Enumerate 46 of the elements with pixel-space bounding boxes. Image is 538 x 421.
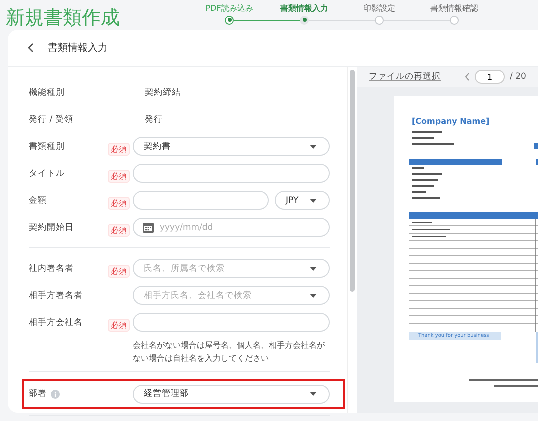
caret-icon (310, 294, 317, 298)
card-title: 書類情報入力 (48, 42, 108, 55)
required-badge: 必須 (108, 319, 130, 332)
select-field[interactable]: 契約書 (133, 137, 330, 156)
page-total: / 20 (510, 72, 526, 82)
caret-icon (310, 144, 317, 148)
back-chevron-icon[interactable] (28, 43, 34, 53)
caret-icon (310, 266, 317, 270)
required-badge: 必須 (108, 197, 130, 210)
date-field[interactable]: yyyy/mm/dd (133, 218, 330, 237)
calendar-icon (143, 222, 154, 233)
required-badge: 必須 (108, 265, 130, 278)
field-label: タイトル (29, 168, 65, 180)
scrollbar-thumb[interactable] (350, 70, 355, 292)
step-label: 印影設定 (364, 3, 396, 15)
step-label: 書類情報入力 (280, 3, 328, 15)
field-label: 相手方署名者 (29, 290, 83, 302)
page-number-field[interactable]: 1 (475, 70, 505, 84)
step-label: PDF読み込み (206, 3, 254, 15)
reselect-file-link[interactable]: ファイルの再選択 (369, 71, 441, 83)
required-badge: 必須 (108, 170, 130, 183)
field-value: 発行 (144, 114, 163, 126)
caret-icon (310, 198, 317, 202)
currency-select[interactable]: JPY (275, 191, 330, 210)
page-title: 新規書類作成 (6, 6, 121, 31)
chevron-left-icon[interactable] (465, 73, 470, 81)
info-icon[interactable] (51, 390, 60, 398)
text-field[interactable] (133, 313, 330, 332)
field-label: 機能種別 (29, 86, 65, 98)
caret-icon (310, 392, 317, 396)
field-label: 相手方会社名 (29, 316, 83, 328)
step-label: 書類情報確認 (430, 3, 478, 15)
field-label: 部署 (29, 388, 47, 400)
field-value: 契約締結 (144, 86, 181, 98)
text-field[interactable] (133, 164, 330, 183)
field-label: 発行 / 受領 (29, 114, 74, 126)
hint-text: 会社名がない場合は屋号名、個人名、相手方会社名がない場合は自社名を入力してください (133, 340, 326, 365)
field-label: 社内署名者 (29, 262, 74, 274)
field-label: 金額 (29, 194, 47, 206)
required-badge: 必須 (108, 143, 130, 156)
amount-field[interactable] (133, 191, 269, 210)
field-label: 契約開始日 (29, 222, 74, 234)
required-badge: 必須 (108, 224, 130, 237)
select-field[interactable]: 経営管理部 (133, 384, 330, 404)
company-name: [Company Name] (412, 117, 491, 128)
field-label: 書類種別 (29, 140, 65, 152)
